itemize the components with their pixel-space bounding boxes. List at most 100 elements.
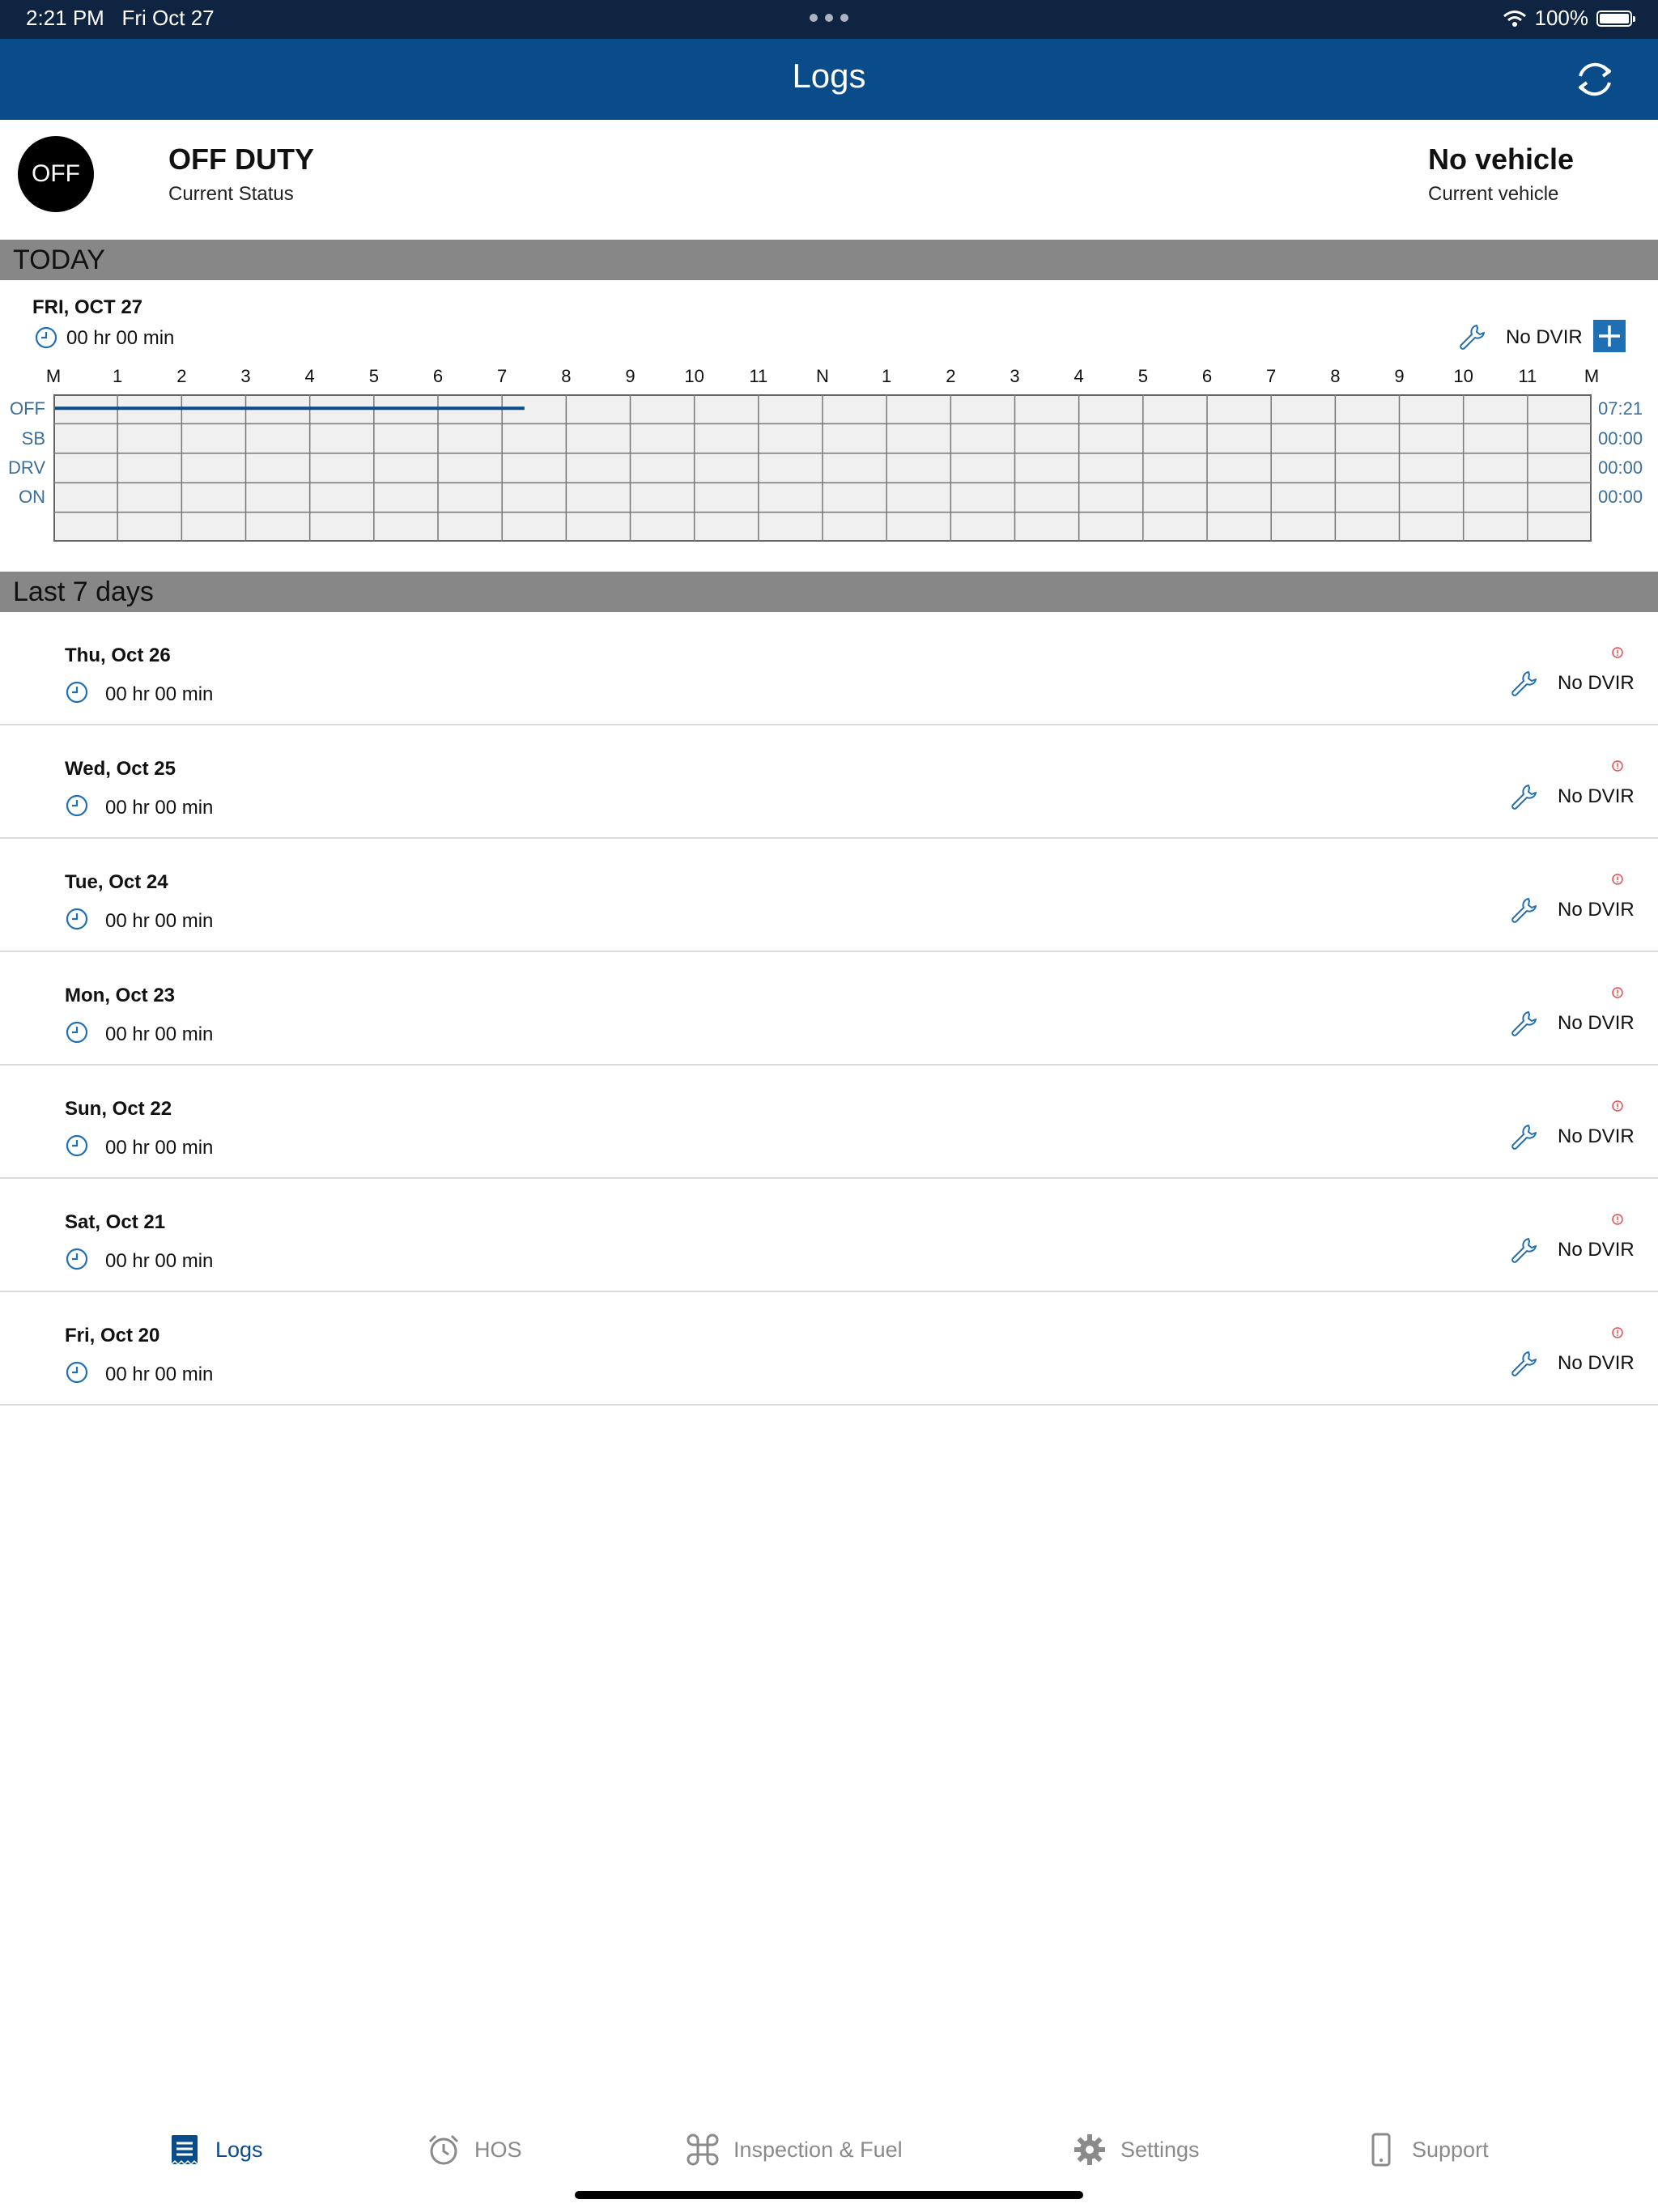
hour-label: 5 xyxy=(1137,366,1148,386)
hos-log-graph[interactable] xyxy=(53,394,1592,542)
clock-icon xyxy=(35,326,57,349)
day-duration: 00 hr 00 min xyxy=(105,1250,214,1272)
tab-label: Logs xyxy=(215,2137,263,2162)
hour-label: M xyxy=(1584,366,1600,386)
hour-label: 7 xyxy=(497,366,508,386)
battery-percent: 100% xyxy=(1534,6,1589,30)
tab-inspection-fuel[interactable]: Inspection & Fuel xyxy=(685,2129,903,2170)
day-log-row[interactable]: Sat, Oct 21 00 hr 00 min No DVIR xyxy=(0,1179,1658,1292)
row-label-on: ON xyxy=(19,487,45,508)
wrench-icon[interactable] xyxy=(1509,1009,1538,1038)
day-date: Wed, Oct 25 xyxy=(65,758,176,780)
wrench-icon[interactable] xyxy=(1509,895,1538,925)
day-log-row[interactable]: Mon, Oct 23 00 hr 00 min No DVIR xyxy=(0,952,1658,1066)
day-date: Sat, Oct 21 xyxy=(65,1211,166,1233)
row-label-sb: SB xyxy=(21,428,45,449)
alert-icon xyxy=(1612,874,1623,885)
phone-icon xyxy=(1371,2133,1391,2167)
hour-label: M xyxy=(45,366,62,386)
day-duration: 00 hr 00 min xyxy=(105,1137,214,1159)
hour-label: 10 xyxy=(684,366,704,386)
day-date: Mon, Oct 23 xyxy=(65,985,176,1006)
day-dvir-status[interactable]: No DVIR xyxy=(1558,1352,1635,1375)
wrench-icon[interactable] xyxy=(1457,322,1486,351)
day-dvir-status[interactable]: No DVIR xyxy=(1558,1012,1635,1035)
day-dvir-status[interactable]: No DVIR xyxy=(1558,785,1635,808)
day-log-row[interactable]: Sun, Oct 22 00 hr 00 min No DVIR xyxy=(0,1066,1658,1179)
multitasking-dots[interactable] xyxy=(810,14,848,23)
hour-label: 6 xyxy=(432,366,444,386)
wrench-icon[interactable] xyxy=(1509,1122,1538,1151)
wrench-icon[interactable] xyxy=(1509,1349,1538,1378)
tab-settings[interactable]: Settings xyxy=(1072,2129,1200,2170)
row-total-off: 07:21 xyxy=(1598,398,1643,419)
tab-logs[interactable]: Logs xyxy=(167,2129,263,2170)
row-total-sb: 00:00 xyxy=(1598,428,1643,449)
current-vehicle-value[interactable]: No vehicle xyxy=(1428,143,1574,177)
hour-label: 7 xyxy=(1266,366,1277,386)
tab-label: Settings xyxy=(1120,2137,1200,2162)
hour-label: 3 xyxy=(1010,366,1020,386)
clock-icon xyxy=(66,1248,88,1270)
wrench-icon[interactable] xyxy=(1509,782,1538,811)
day-dvir-status[interactable]: No DVIR xyxy=(1558,899,1635,921)
home-indicator xyxy=(575,2191,1083,2199)
day-duration: 00 hr 00 min xyxy=(105,1023,214,1045)
hour-label: 3 xyxy=(240,366,251,386)
tab-label: HOS xyxy=(474,2137,522,2162)
battery-icon xyxy=(1596,10,1635,27)
hour-label: 9 xyxy=(1394,366,1405,386)
wrench-icon[interactable] xyxy=(1509,1236,1538,1265)
hour-label: 11 xyxy=(1518,366,1537,386)
tab-label: Support xyxy=(1412,2137,1489,2162)
gear-icon xyxy=(1074,2134,1105,2165)
status-bar: 2:21 PM Fri Oct 27 100% xyxy=(0,0,1658,39)
today-duration: 00 hr 00 min xyxy=(66,327,175,349)
clock-icon xyxy=(66,794,88,817)
current-status-label: Current Status xyxy=(168,183,294,205)
day-log-row[interactable]: Wed, Oct 25 00 hr 00 min No DVIR xyxy=(0,725,1658,839)
hour-label: 1 xyxy=(113,366,123,386)
command-icon xyxy=(687,2133,719,2166)
hour-label: 4 xyxy=(304,366,315,386)
sync-icon[interactable] xyxy=(1571,55,1619,104)
day-log-row[interactable]: Fri, Oct 20 00 hr 00 min No DVIR xyxy=(0,1292,1658,1406)
day-duration: 00 hr 00 min xyxy=(105,797,214,819)
hour-label: 4 xyxy=(1073,366,1084,386)
wrench-icon[interactable] xyxy=(1509,669,1538,698)
day-date: Tue, Oct 24 xyxy=(65,871,168,893)
alarm-clock-icon xyxy=(428,2134,459,2165)
logs-icon xyxy=(171,2135,198,2166)
row-total-drv: 00:00 xyxy=(1598,457,1643,478)
hour-label: 2 xyxy=(946,366,956,386)
wifi-icon xyxy=(1503,10,1526,27)
nav-bar: Logs xyxy=(0,39,1658,120)
alert-icon xyxy=(1612,1214,1623,1225)
day-duration: 00 hr 00 min xyxy=(105,910,214,932)
day-dvir-status[interactable]: No DVIR xyxy=(1558,672,1635,695)
clock-icon xyxy=(66,681,88,704)
day-log-row[interactable]: Tue, Oct 24 00 hr 00 min No DVIR xyxy=(0,839,1658,952)
today-dvir-status[interactable]: No DVIR xyxy=(1506,326,1583,349)
hour-label: 8 xyxy=(1330,366,1341,386)
day-duration: 00 hr 00 min xyxy=(105,1363,214,1385)
status-time: 2:21 PM Fri Oct 27 xyxy=(26,6,215,30)
duty-status-badge[interactable]: OFF xyxy=(18,136,94,212)
day-dvir-status[interactable]: No DVIR xyxy=(1558,1125,1635,1148)
row-total-on: 00:00 xyxy=(1598,487,1643,508)
clock-icon xyxy=(66,1134,88,1157)
add-dvir-button[interactable] xyxy=(1593,320,1626,352)
alert-icon xyxy=(1612,987,1623,998)
day-date: Sun, Oct 22 xyxy=(65,1098,172,1120)
tab-hos[interactable]: HOS xyxy=(426,2129,522,2170)
hour-label: 11 xyxy=(749,366,768,386)
day-dvir-status[interactable]: No DVIR xyxy=(1558,1239,1635,1261)
clock-icon xyxy=(66,1361,88,1384)
day-duration: 00 hr 00 min xyxy=(105,683,214,705)
current-vehicle-label: Current vehicle xyxy=(1428,183,1559,205)
day-log-row[interactable]: Thu, Oct 26 00 hr 00 min No DVIR xyxy=(0,612,1658,725)
page-title: Logs xyxy=(792,57,866,95)
tab-support[interactable]: Support xyxy=(1363,2129,1489,2170)
hour-label: 8 xyxy=(561,366,572,386)
day-date: Thu, Oct 26 xyxy=(65,644,171,666)
